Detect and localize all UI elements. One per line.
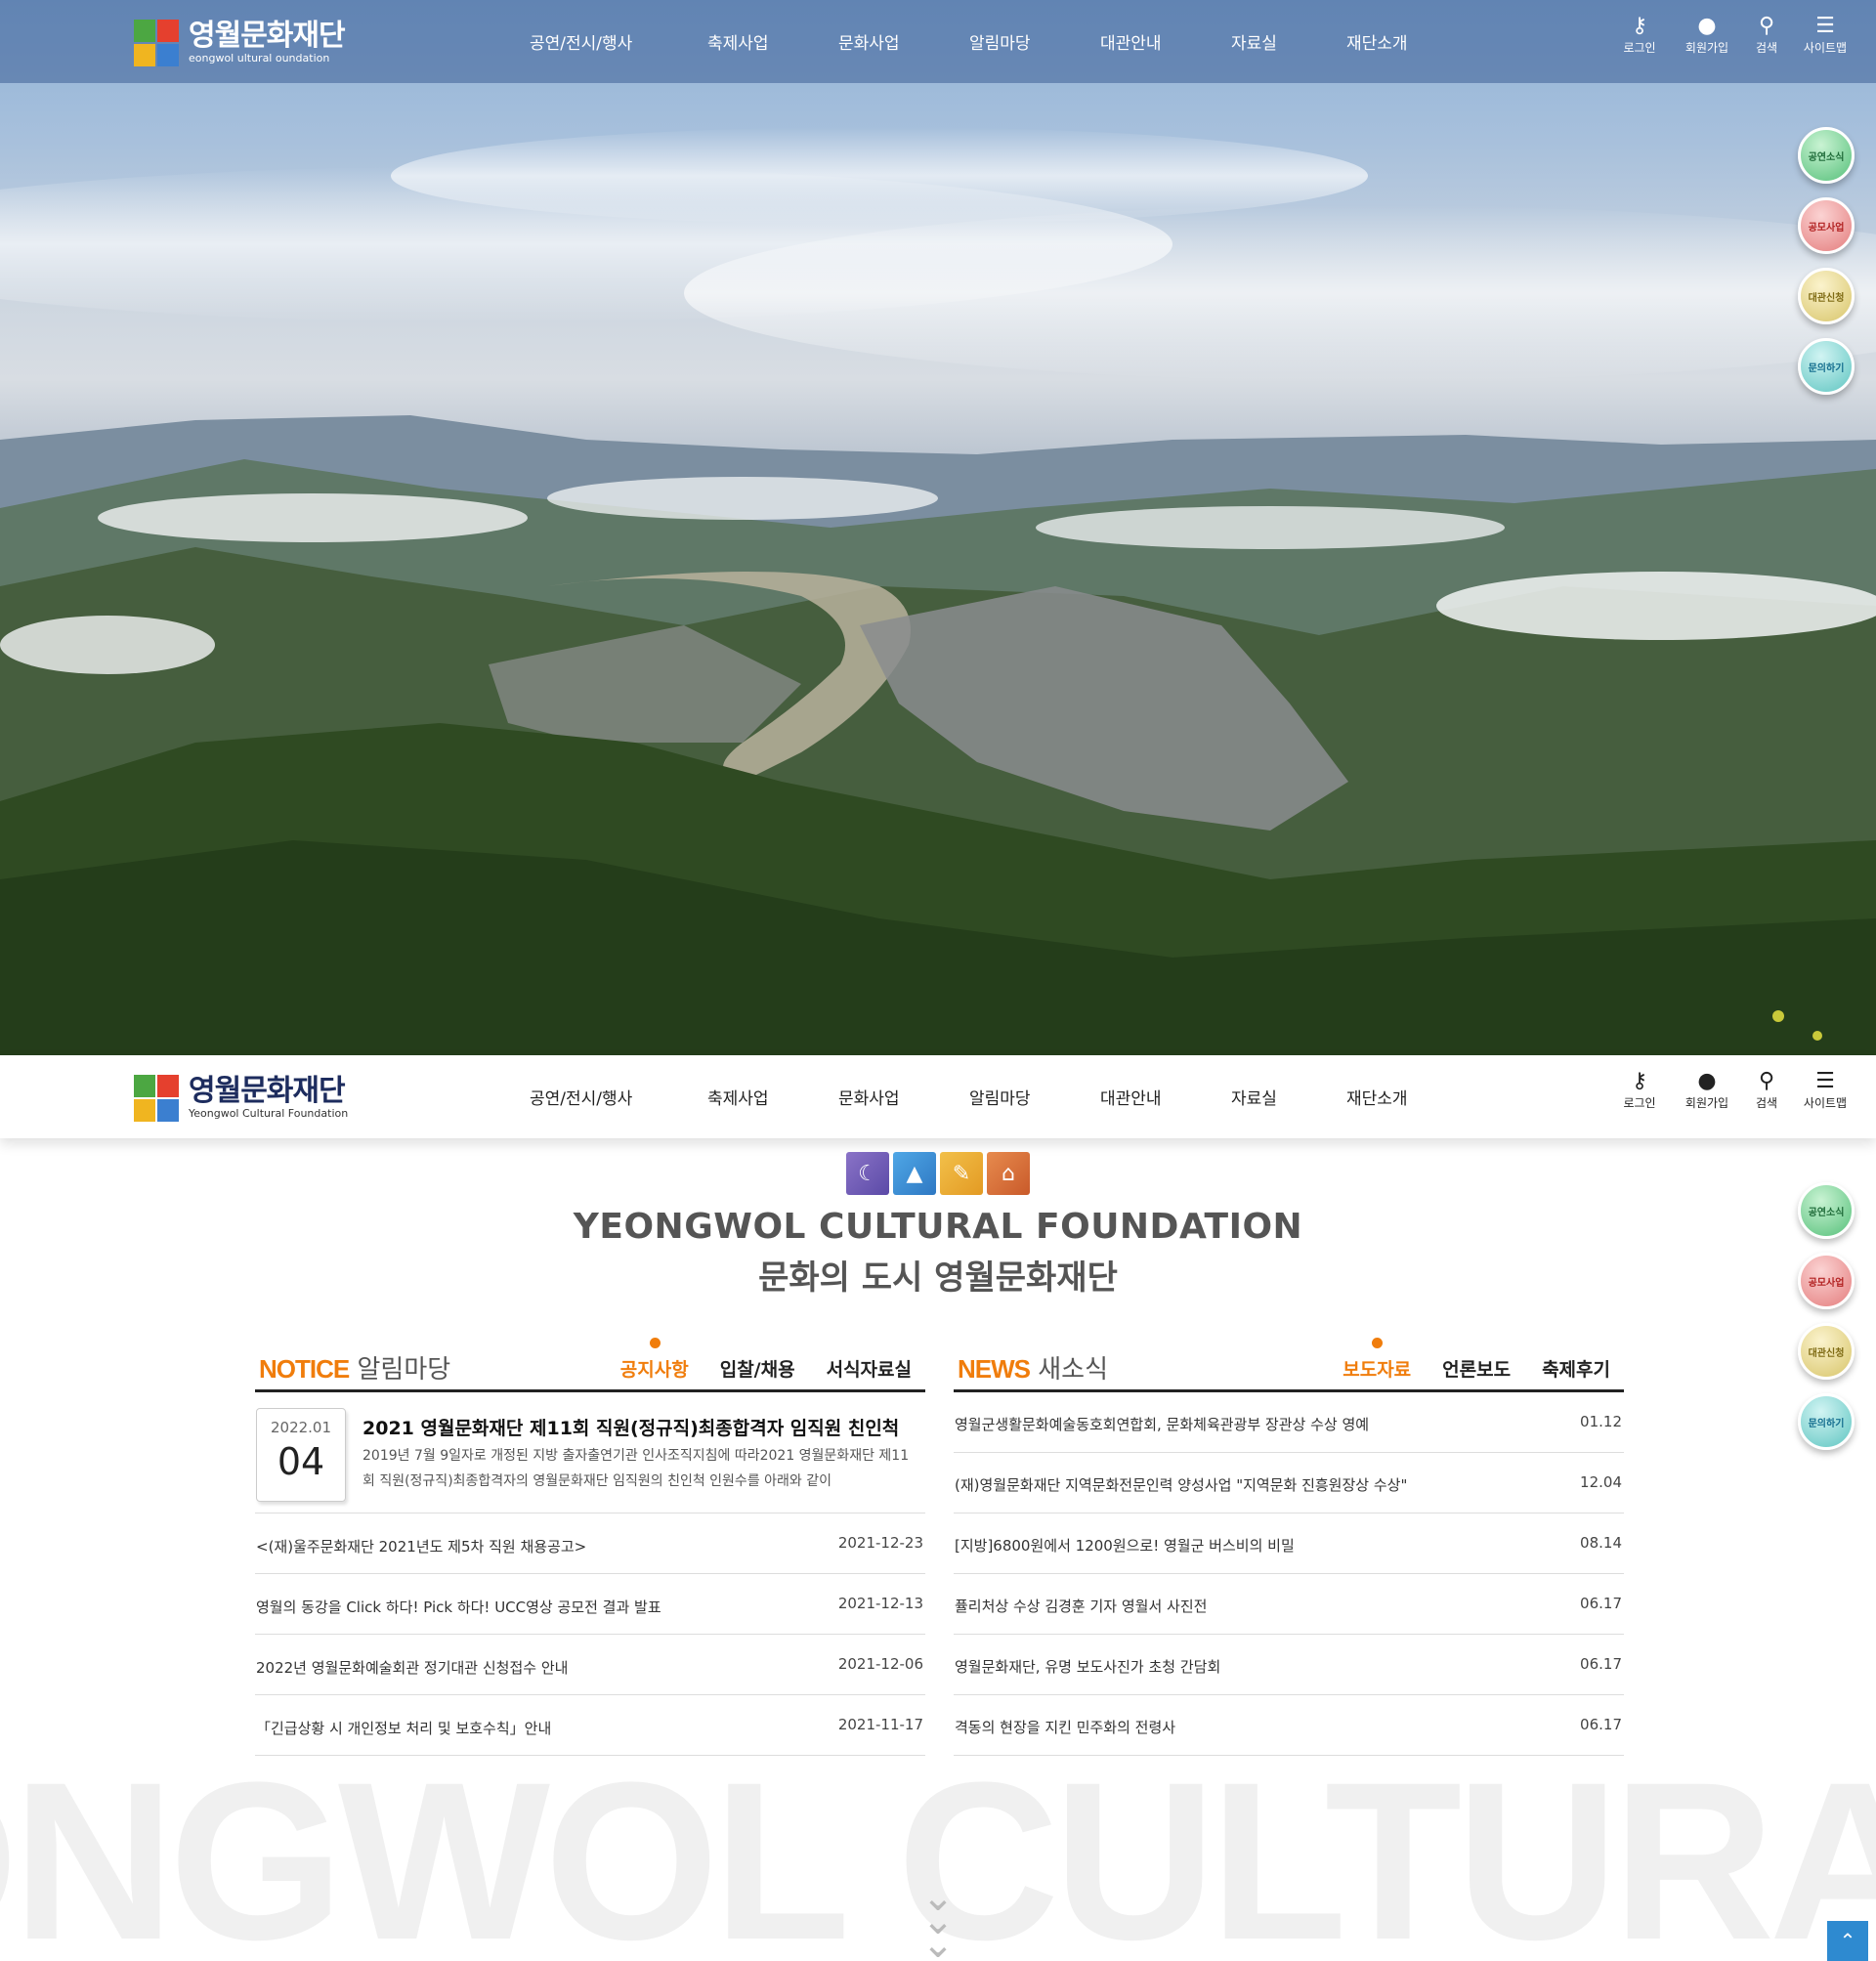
nav-item-festival[interactable]: 축제사업 xyxy=(707,1085,769,1109)
header-overlay: 영월문화재단 eongwol ultural oundation 공연/전시/행… xyxy=(0,0,1876,83)
featured-notice[interactable]: 2022.01 04 2021 영월문화재단 제11회 직원(정규직)최종합격자… xyxy=(255,1392,925,1513)
quick-inquiry-button[interactable]: 문의하기 xyxy=(1798,1393,1855,1450)
tab-bids-jobs[interactable]: 입찰/채용 xyxy=(720,1355,795,1382)
join-button[interactable]: ● 회원가입 xyxy=(1681,1069,1733,1111)
main-nav: 공연/전시/행사 축제사업 문화사업 알림마당 대관안내 자료실 재단소개 ⚷ 로… xyxy=(0,0,1876,83)
nav-item-about[interactable]: 재단소개 xyxy=(1346,29,1408,54)
news-heading: NEWS 새소식 xyxy=(958,1354,1109,1385)
date-badge: 2022.01 04 xyxy=(256,1408,346,1502)
quick-contest-button[interactable]: 공모사업 xyxy=(1798,197,1855,254)
join-button[interactable]: ● 회원가입 xyxy=(1681,14,1733,56)
menu-icon: ☰ xyxy=(1815,14,1835,38)
menu-icon: ☰ xyxy=(1815,1069,1835,1093)
list-item[interactable]: 퓰리처상 수상 김경훈 기자 영월서 사진전 06.17 xyxy=(954,1574,1624,1635)
sitemap-button[interactable]: ☰ 사이트맵 xyxy=(1798,14,1853,56)
moon-river-icon: ☾ xyxy=(846,1152,889,1195)
nav-item-culture[interactable]: 문화사업 xyxy=(838,1085,900,1109)
list-item[interactable]: 영월문화재단, 유명 보도사진가 초청 간담회 06.17 xyxy=(954,1635,1624,1695)
nav-item-rental[interactable]: 대관안내 xyxy=(1100,29,1162,54)
login-button[interactable]: ⚷ 로그인 xyxy=(1615,14,1664,56)
featured-description: 2019년 7월 9일자로 개정된 지방 출자출연기관 인사조직지침에 따라20… xyxy=(362,1448,910,1489)
notice-board: NOTICE 알림마당 공지사항 입찰/채용 서식자료실 2022.01 04 … xyxy=(255,1334,925,1756)
tab-media-coverage[interactable]: 언론보도 xyxy=(1442,1355,1511,1382)
news-tabs: 보도자료 언론보도 축제후기 xyxy=(1343,1338,1610,1382)
intro-icons: ☾ ▲ ✎ ⌂ xyxy=(846,1152,1030,1195)
list-item[interactable]: 영월군생활문화예술동호회연합회, 문화체육관광부 장관상 수상 영예 01.12 xyxy=(954,1392,1624,1453)
featured-title[interactable]: 2021 영월문화재단 제11회 직원(정규직)최종합격자 임직원 친인척 xyxy=(362,1414,899,1440)
nav-item-notice[interactable]: 알림마당 xyxy=(969,1085,1031,1109)
chevron-up-icon: ⌃ xyxy=(1839,1929,1856,1952)
user-icon: ● xyxy=(1697,14,1717,38)
nav-item-festival[interactable]: 축제사업 xyxy=(707,29,769,54)
sitemap-button[interactable]: ☰ 사이트맵 xyxy=(1798,1069,1853,1111)
main-nav: 공연/전시/행사 축제사업 문화사업 알림마당 대관안내 자료실 재단소개 ⚷ 로… xyxy=(0,1055,1876,1138)
intro-title-ko: 문화의 도시 영월문화재단 xyxy=(758,1258,1118,1298)
list-item[interactable]: 영월의 동강을 Click 하다! Pick 하다! UCC영상 공모전 결과 … xyxy=(255,1574,925,1635)
tab-forms[interactable]: 서식자료실 xyxy=(827,1355,912,1382)
brush-icon: ✎ xyxy=(940,1152,983,1195)
nav-item-rental[interactable]: 대관안내 xyxy=(1100,1085,1162,1109)
search-icon: ⚲ xyxy=(1758,14,1775,38)
tab-festival-reviews[interactable]: 축제후기 xyxy=(1542,1355,1610,1382)
news-board: NEWS 새소식 보도자료 언론보도 축제후기 영월군생활문화예술동호회연합회,… xyxy=(954,1334,1624,1756)
notice-tabs: 공지사항 입찰/채용 서식자료실 xyxy=(620,1338,912,1382)
list-item[interactable]: [지방]6800원에서 1200원으로! 영월군 버스비의 비밀 08.14 xyxy=(954,1513,1624,1574)
hero-image xyxy=(0,0,1876,1055)
building-icon: ⌂ xyxy=(987,1152,1030,1195)
quick-inquiry-button[interactable]: 문의하기 xyxy=(1798,338,1855,395)
key-icon: ⚷ xyxy=(1631,1069,1648,1093)
key-icon: ⚷ xyxy=(1631,14,1648,38)
nav-item-performance[interactable]: 공연/전시/행사 xyxy=(530,1085,632,1109)
nav-item-about[interactable]: 재단소개 xyxy=(1346,1085,1408,1109)
nav-item-performance[interactable]: 공연/전시/행사 xyxy=(530,29,632,54)
search-icon: ⚲ xyxy=(1758,1069,1775,1093)
quick-performance-button[interactable]: 공연소식 xyxy=(1798,127,1855,184)
tab-announcements[interactable]: 공지사항 xyxy=(620,1338,689,1382)
scroll-down-icon[interactable]: ⌄ ⌄ ⌄ xyxy=(913,1878,963,1961)
landscape-illustration xyxy=(0,127,1876,1055)
search-button[interactable]: ⚲ 검색 xyxy=(1742,14,1791,56)
quick-menu-top: 공연소식 공모사업 대관신청 문의하기 xyxy=(1798,127,1856,408)
login-button[interactable]: ⚷ 로그인 xyxy=(1615,1069,1664,1111)
user-icon: ● xyxy=(1697,1069,1717,1093)
quick-rental-button[interactable]: 대관신청 xyxy=(1798,1323,1855,1380)
list-item[interactable]: 2022년 영월문화예술회관 정기대관 신청접수 안내 2021-12-06 xyxy=(255,1635,925,1695)
tab-press-releases[interactable]: 보도자료 xyxy=(1343,1338,1411,1382)
list-item[interactable]: <(재)울주문화재단 2021년도 제5차 직원 채용공고> 2021-12-23 xyxy=(255,1513,925,1574)
nav-item-archive[interactable]: 자료실 xyxy=(1231,29,1277,54)
nav-item-culture[interactable]: 문화사업 xyxy=(838,29,900,54)
nav-item-notice[interactable]: 알림마당 xyxy=(969,29,1031,54)
back-to-top-button[interactable]: ⌃ xyxy=(1827,1921,1868,1961)
page: 영월문화재단 eongwol ultural oundation 공연/전시/행… xyxy=(0,0,1876,1961)
list-item[interactable]: (재)영월문화재단 지역문화전문인력 양성사업 "지역문화 진흥원장상 수상" 1… xyxy=(954,1453,1624,1513)
nav-item-archive[interactable]: 자료실 xyxy=(1231,1085,1277,1109)
intro-title-en: YEONGWOL CULTURAL FOUNDATION xyxy=(573,1207,1303,1247)
quick-rental-button[interactable]: 대관신청 xyxy=(1798,268,1855,324)
header-sticky: 영월문화재단 Yeongwol Cultural Foundation 공연/전… xyxy=(0,1055,1876,1138)
search-button[interactable]: ⚲ 검색 xyxy=(1742,1069,1791,1111)
mountain-icon: ▲ xyxy=(893,1152,936,1195)
notice-heading: NOTICE 알림마당 xyxy=(259,1354,451,1385)
